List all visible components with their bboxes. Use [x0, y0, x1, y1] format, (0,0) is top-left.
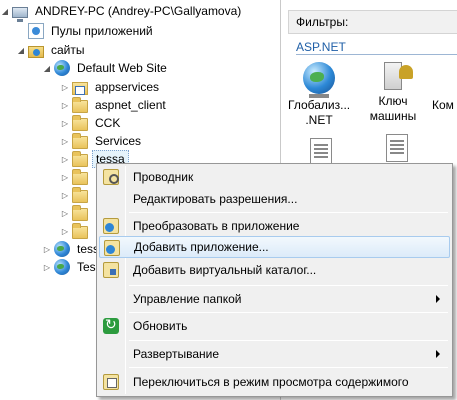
tree-node-default-site[interactable]: ◢ Default Web Site [42, 59, 170, 77]
key-icon [384, 62, 413, 90]
computer-icon [12, 6, 28, 22]
folder-icon [72, 150, 88, 167]
expand-icon[interactable]: ▷ [60, 222, 70, 240]
globe-icon [54, 60, 70, 76]
tree-label: appservices [95, 80, 160, 94]
expand-icon[interactable]: ▷ [60, 150, 70, 168]
submenu-arrow-icon [436, 295, 440, 303]
sites-icon [28, 46, 44, 58]
folder-icon [72, 168, 88, 185]
tree-label: Services [95, 134, 142, 148]
submenu-arrow-icon [436, 350, 440, 358]
tree-label: Пулы приложений [51, 24, 153, 38]
tree-node-site-tessa[interactable]: ▷ tess [42, 240, 102, 258]
switch-view-icon [103, 374, 119, 390]
filter-label: Фильтры: [296, 15, 349, 29]
tree-node-hidden[interactable]: ▷ [60, 186, 92, 204]
add-app-icon [104, 240, 120, 256]
menu-item-edit-permissions[interactable]: Редактировать разрешения... [99, 188, 450, 210]
menu-separator [129, 340, 448, 341]
filter-bar[interactable]: Фильтры: [288, 10, 457, 34]
expand-icon[interactable]: ▷ [60, 168, 70, 186]
tree-node-site-tes[interactable]: ▷ Tes [42, 258, 99, 276]
expand-icon[interactable]: ▷ [60, 78, 70, 96]
tree-node-aspnet-client[interactable]: ▷ aspnet_client [60, 96, 169, 114]
menu-item-add-virtual-dir[interactable]: Добавить виртуальный каталог... [99, 259, 450, 281]
folder-icon [72, 132, 88, 149]
tree-label: Tes [77, 260, 96, 274]
expand-icon[interactable]: ▷ [60, 204, 70, 222]
section-header: ASP.NET [296, 40, 346, 54]
tree-node-cck[interactable]: ▷ CCK [60, 114, 123, 132]
tree-label: ANDREY-PC (Andrey-PC\Gallyamova) [35, 4, 242, 18]
tree-node-server[interactable]: ◢ ANDREY-PC (Andrey-PC\Gallyamova) [0, 2, 244, 22]
tree-label: Default Web Site [77, 61, 167, 75]
feature-partial[interactable]: Ком [432, 98, 457, 113]
folder-icon [72, 204, 88, 221]
tree-node-appservices[interactable]: ▷ appservices [60, 78, 162, 96]
folder-icon [72, 114, 88, 131]
folder-icon [72, 222, 88, 239]
feature-machine-key[interactable]: Ключ машины [362, 62, 424, 124]
globe-icon [54, 241, 70, 257]
expand-icon[interactable]: ▷ [42, 258, 52, 276]
context-menu: Проводник Редактировать разрешения... Пр… [96, 163, 453, 397]
folder-icon [72, 186, 88, 203]
tree-node-sites[interactable]: ◢ сайты [16, 41, 88, 59]
tree-node-hidden[interactable]: ▷ [60, 204, 92, 222]
globe-icon [54, 259, 70, 275]
globe-icon [303, 62, 335, 98]
folder-icon [72, 96, 88, 113]
application-icon [72, 81, 88, 95]
menu-item-explorer[interactable]: Проводник [99, 166, 450, 188]
tree-label: aspnet_client [95, 98, 166, 112]
collapse-icon[interactable]: ◢ [42, 59, 52, 77]
expand-icon[interactable]: ▷ [60, 114, 70, 132]
expand-icon[interactable]: ▷ [60, 132, 70, 150]
explorer-icon [103, 169, 119, 185]
menu-item-manage-folder[interactable]: Управление папкой [99, 288, 450, 310]
feature-net-globalization[interactable]: Глобализ... .NET [288, 62, 350, 128]
document-icon [310, 138, 332, 166]
refresh-icon [103, 317, 119, 334]
menu-item-add-application[interactable]: Добавить приложение... [99, 236, 450, 258]
menu-item-refresh[interactable]: Обновить [99, 315, 450, 337]
menu-separator [129, 212, 448, 213]
expand-icon[interactable]: ▷ [42, 240, 52, 258]
document-icon [386, 134, 408, 162]
expand-icon[interactable]: ▷ [60, 96, 70, 114]
menu-separator [129, 367, 448, 368]
collapse-icon[interactable]: ◢ [16, 41, 26, 59]
tree-label: CCK [95, 116, 121, 130]
tree-node-hidden[interactable]: ▷ [60, 168, 92, 186]
menu-item-deploy[interactable]: Развертывание [99, 343, 450, 365]
section-divider [296, 54, 457, 55]
menu-separator [129, 312, 448, 313]
tree-node-app-pools[interactable]: Пулы приложений [16, 22, 156, 40]
tree-node-services[interactable]: ▷ Services [60, 132, 144, 150]
expand-icon[interactable]: ▷ [60, 186, 70, 204]
tree-node-hidden[interactable]: ▷ [60, 222, 92, 240]
app-pool-icon [28, 23, 44, 39]
tree-label: сайты [51, 43, 85, 57]
convert-app-icon [103, 218, 119, 234]
menu-item-switch-content-view[interactable]: Переключиться в режим просмотра содержим… [99, 371, 450, 393]
menu-item-convert-to-app[interactable]: Преобразовать в приложение [99, 215, 450, 237]
virtual-dir-icon [103, 262, 119, 278]
menu-separator [129, 285, 448, 286]
collapse-icon[interactable]: ◢ [0, 2, 10, 20]
